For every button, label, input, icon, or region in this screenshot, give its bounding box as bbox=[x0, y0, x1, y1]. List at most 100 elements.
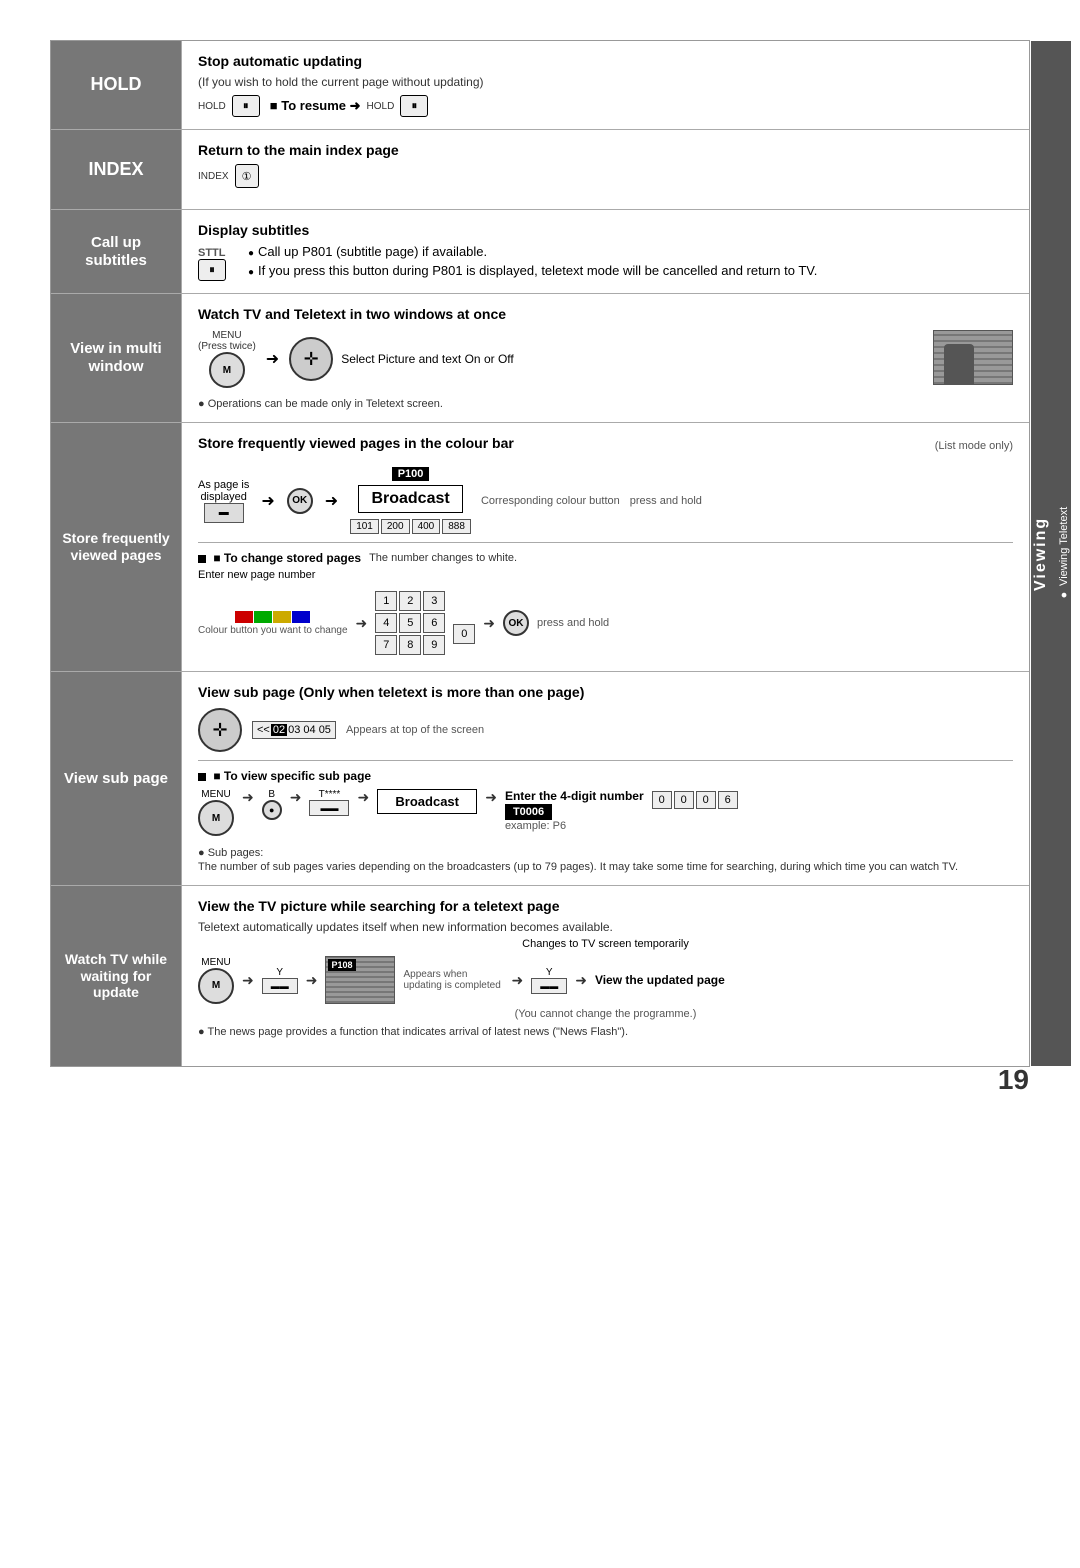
subpage-col: <<0203 04 05 bbox=[252, 721, 336, 739]
numpad-8[interactable]: 8 bbox=[399, 635, 421, 655]
viewmulti-label: View in multi window bbox=[51, 294, 181, 422]
enter-4digit: Enter the 4-digit number bbox=[505, 789, 644, 803]
appears-at-top: Appears at top of the screen bbox=[346, 724, 484, 736]
menu-button[interactable]: M bbox=[209, 352, 245, 388]
store-header: Store frequently viewed pages in the col… bbox=[198, 435, 1013, 457]
number-changes: The number changes to white. bbox=[369, 552, 517, 564]
resume-icon: ⏸ bbox=[400, 95, 428, 117]
numpad-9[interactable]: 9 bbox=[423, 635, 445, 655]
numpad-6[interactable]: 6 bbox=[423, 613, 445, 633]
b-circle: ● bbox=[262, 800, 282, 820]
hold-icon: ⏸ bbox=[232, 95, 260, 117]
appears-when-label: Appears when updating is completed bbox=[403, 969, 503, 991]
watchtv-title: View the TV picture while searching for … bbox=[198, 898, 1013, 914]
page-wrapper: HOLD Stop automatic updating (If you wis… bbox=[50, 40, 1030, 1067]
displayed: displayed bbox=[200, 491, 246, 503]
page-display-box: ▬ bbox=[204, 503, 244, 523]
watchtv-subtitle: Teletext automatically updates itself wh… bbox=[198, 920, 1013, 934]
example-note: example: P6 bbox=[505, 820, 644, 832]
hold-small-label: HOLD bbox=[198, 101, 226, 112]
viewmulti-right bbox=[925, 330, 1013, 385]
y-col-1: Y ▬▬ bbox=[262, 967, 298, 994]
numpad-7[interactable]: 7 bbox=[375, 635, 397, 655]
resume-text: ■ To resume ➜ bbox=[270, 98, 361, 114]
menu-col: MENU (Press twice) M bbox=[198, 330, 256, 388]
sttl-label: STTL bbox=[198, 247, 226, 259]
numpad-0[interactable]: 0 bbox=[453, 624, 475, 644]
ok-button-2[interactable]: OK bbox=[503, 610, 529, 636]
sub-pages-desc: ● Sub pages: The number of sub pages var… bbox=[198, 844, 1013, 873]
callup-title: Display subtitles bbox=[198, 222, 1013, 238]
enter-4digit-col: Enter the 4-digit number T0006 example: … bbox=[505, 789, 644, 832]
ok-button[interactable]: OK bbox=[287, 488, 313, 514]
press-twice: (Press twice) bbox=[198, 341, 256, 352]
corresponding-note: Corresponding colour button bbox=[481, 495, 620, 507]
numpad-1[interactable]: 1 bbox=[375, 591, 397, 611]
red-btn-icon bbox=[235, 611, 253, 623]
change-stored-label: ■ To change stored pages bbox=[198, 551, 361, 565]
viewsub-divider bbox=[198, 760, 1013, 761]
operations-note: ● Operations can be made only in Teletex… bbox=[198, 398, 1013, 410]
change-stored-row: ■ To change stored pages The number chan… bbox=[198, 551, 1013, 659]
change-stored-left: ■ To change stored pages The number chan… bbox=[198, 551, 1013, 659]
ok-col: OK bbox=[287, 488, 313, 514]
page-101: 101 bbox=[350, 519, 379, 534]
menu-small: MENU bbox=[212, 330, 241, 341]
sttl-icon: ⏸ bbox=[198, 259, 226, 281]
sub-pages-note: ● Sub pages: bbox=[198, 847, 263, 859]
press-hold-2: press and hold bbox=[537, 617, 609, 629]
viewmulti-controls: MENU (Press twice) M ➜ ✛ Select Picture … bbox=[198, 330, 1013, 394]
right-tab: Viewing ● Viewing Teletext bbox=[1031, 41, 1071, 1066]
as-page-is: As page is bbox=[198, 479, 249, 491]
numpad-5[interactable]: 5 bbox=[399, 613, 421, 633]
t-stars-box: ▬▬ bbox=[309, 800, 349, 816]
view-updated-label: View the updated page bbox=[595, 973, 725, 987]
y-box-2: ▬▬ bbox=[531, 978, 567, 994]
blue-btn-icon bbox=[292, 611, 310, 623]
change-stored-header: ■ To change stored pages The number chan… bbox=[198, 551, 1013, 565]
watchtv-section: Watch TV while waiting for update View t… bbox=[51, 886, 1029, 1066]
page-888: 888 bbox=[442, 519, 471, 534]
callup-label: Call up subtitles bbox=[51, 210, 181, 293]
numpad-4[interactable]: 4 bbox=[375, 613, 397, 633]
right-tab-main: Viewing bbox=[1032, 516, 1050, 590]
menu-btn-sub[interactable]: M bbox=[198, 800, 234, 836]
index-icon: ① bbox=[235, 164, 259, 188]
t-stars-col: T**** ▬▬ bbox=[309, 789, 349, 816]
numpad: 1 2 3 4 5 6 7 8 9 bbox=[375, 591, 445, 655]
hold-section: HOLD Stop automatic updating (If you wis… bbox=[51, 41, 1029, 130]
digit-row: 0 0 0 6 bbox=[652, 791, 738, 809]
viewmulti-title: Watch TV and Teletext in two windows at … bbox=[198, 306, 1013, 322]
storefrequently-section: Store frequently viewed pages Store freq… bbox=[51, 423, 1029, 672]
menu-col-sub: MENU M bbox=[198, 789, 234, 836]
select-text: Select Picture and text On or Off bbox=[341, 352, 514, 366]
index-section: INDEX Return to the main index page INDE… bbox=[51, 130, 1029, 210]
ok-col-2: OK bbox=[503, 610, 529, 636]
numpad-3[interactable]: 3 bbox=[423, 591, 445, 611]
menu-btn-watch[interactable]: M bbox=[198, 968, 234, 1004]
nav-circle: ✛ bbox=[289, 337, 333, 381]
digit-boxes-col: 0 0 0 6 bbox=[652, 789, 738, 811]
yellow-btn-icon bbox=[273, 611, 291, 623]
p108-overlay: P108 bbox=[328, 959, 355, 971]
hold-controls: HOLD ⏸ ■ To resume ➜ HOLD ⏸ bbox=[198, 95, 1013, 117]
numpad-row: Colour button you want to change ➜ 1 2 3… bbox=[198, 587, 1013, 659]
viewmulti-left: MENU (Press twice) M ➜ ✛ Select Picture … bbox=[198, 330, 915, 394]
viewsub-main: ✛ <<0203 04 05 Appears at top of the scr… bbox=[198, 708, 1013, 752]
numpad-2[interactable]: 2 bbox=[399, 591, 421, 611]
black-square-icon bbox=[198, 555, 206, 563]
store-controls: As page is displayed ▬ ➜ OK ➜ P100 Broad… bbox=[198, 467, 1013, 534]
callup-content: Display subtitles STTL ⏸ Call up P801 (s… bbox=[181, 210, 1029, 293]
p108-tv-thumb: P108 bbox=[325, 956, 395, 1004]
sub-arrow-2: ➜ bbox=[483, 615, 495, 632]
y-box-1: ▬▬ bbox=[262, 978, 298, 994]
viewsub-nav: ✛ bbox=[198, 708, 242, 752]
digit-0: 0 bbox=[652, 791, 672, 809]
broadcast-col: P100 Broadcast 101 200 400 888 bbox=[350, 467, 471, 534]
press-hold-note: press and hold bbox=[630, 495, 702, 507]
watchtv-label: Watch TV while waiting for update bbox=[51, 886, 181, 1066]
colour-btn-col: Colour button you want to change bbox=[198, 611, 348, 636]
news-note: ● The news page provides a function that… bbox=[198, 1026, 1013, 1038]
cannot-change: (You cannot change the programme.) bbox=[198, 1008, 1013, 1020]
enter-new-page: Enter new page number bbox=[198, 569, 1013, 581]
